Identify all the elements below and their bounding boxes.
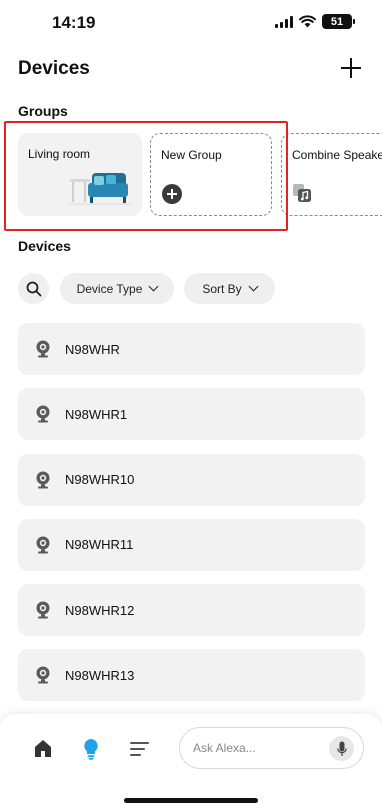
speaker-group-icon: [293, 184, 311, 202]
group-card-label: Combine Speakers: [292, 148, 382, 162]
ask-alexa-input[interactable]: Ask Alexa...: [179, 727, 364, 769]
ask-alexa-placeholder: Ask Alexa...: [193, 741, 256, 755]
camera-icon: [36, 340, 50, 358]
camera-icon: [36, 405, 50, 423]
device-row[interactable]: N98WHR12: [18, 584, 365, 637]
status-icons: 51: [275, 14, 355, 29]
group-card-combine-speakers[interactable]: Combine Speakers: [281, 133, 382, 216]
device-row[interactable]: N98WHR1: [18, 388, 365, 441]
chevron-down-icon: [248, 281, 259, 292]
device-name: N98WHR1: [65, 406, 128, 422]
home-indicator: [124, 798, 258, 803]
search-button[interactable]: [18, 273, 49, 304]
microphone-icon: [336, 741, 347, 756]
devices-bulb-icon[interactable]: [83, 738, 99, 760]
devices-heading: Devices: [18, 238, 71, 254]
device-name: N98WHR12: [65, 602, 135, 618]
search-icon: [26, 281, 41, 296]
camera-icon: [36, 536, 50, 554]
device-row[interactable]: N98WHR13: [18, 649, 365, 702]
sort-by-filter[interactable]: Sort By: [184, 273, 275, 304]
sort-by-filter-label: Sort By: [202, 281, 242, 296]
wifi-icon: [299, 15, 316, 28]
camera-icon: [36, 666, 50, 684]
device-row[interactable]: N98WHR: [18, 323, 365, 375]
battery-icon: 51: [322, 14, 355, 29]
device-name: N98WHR: [65, 341, 120, 357]
cellular-signal-icon: [275, 15, 293, 28]
device-name: N98WHR11: [65, 537, 134, 553]
home-icon[interactable]: [33, 738, 53, 758]
groups-heading: Groups: [18, 103, 68, 119]
bottom-nav: Ask Alexa...: [0, 714, 382, 808]
device-type-filter-label: Device Type: [76, 281, 143, 296]
add-device-button[interactable]: [340, 57, 362, 79]
device-row[interactable]: N98WHR11: [18, 518, 365, 571]
device-row[interactable]: N98WHR10: [18, 453, 365, 506]
chevron-down-icon: [148, 281, 159, 292]
device-name: N98WHR13: [65, 667, 135, 683]
device-name: N98WHR10: [65, 472, 135, 488]
device-type-filter[interactable]: Device Type: [60, 273, 174, 304]
status-time: 14:19: [52, 13, 96, 32]
page-title: Devices: [18, 58, 90, 79]
device-list: N98WHR N98WHR1 N98WHR10 N98WHR11 N98WHR12 N98…: [18, 323, 365, 715]
more-menu-icon[interactable]: [130, 741, 150, 757]
camera-icon: [36, 601, 50, 619]
mic-button[interactable]: [329, 736, 354, 761]
groups-highlight-box: [4, 121, 288, 231]
status-bar: 14:19 51: [0, 0, 382, 46]
camera-icon: [36, 471, 50, 489]
